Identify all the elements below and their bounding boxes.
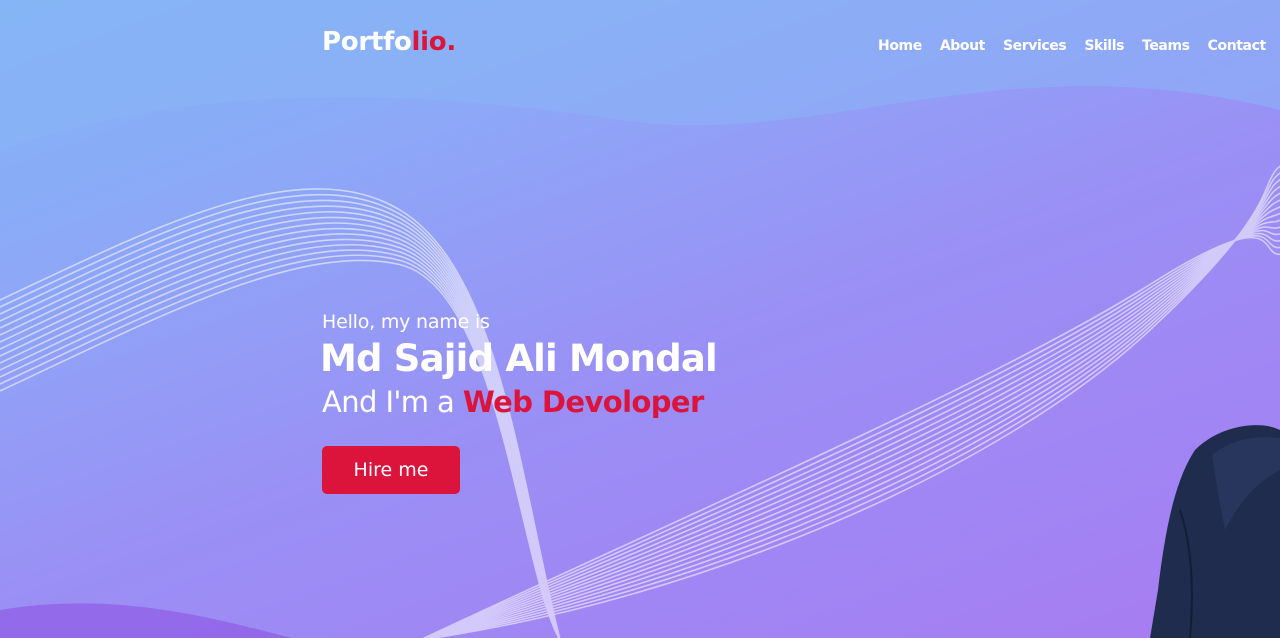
hero-section: Portfolio. Home About Services Skills Te… xyxy=(0,0,1280,638)
name-heading: Md Sajid Ali Mondal xyxy=(320,337,718,380)
greeting-text: Hello, my name is xyxy=(322,311,490,333)
role-text: Web Devoloper xyxy=(462,385,704,419)
wave-line-left xyxy=(0,233,561,638)
wave-line-left xyxy=(0,222,561,638)
wave-line-left xyxy=(0,216,561,638)
wave-line-left xyxy=(0,243,561,638)
role-line: And I'm a Web Devoloper xyxy=(322,382,842,422)
nav-link-contact[interactable]: Contact xyxy=(1208,38,1267,54)
nav-menu: Home About Services Skills Teams Contact xyxy=(878,35,1266,54)
nav-link-home[interactable]: Home xyxy=(878,38,922,54)
nav-link-skills[interactable]: Skills xyxy=(1084,38,1124,54)
nav-item-services: Services xyxy=(1003,35,1067,54)
nav-item-contact: Contact xyxy=(1208,35,1267,54)
wave-line-left xyxy=(0,227,561,638)
nav-link-services[interactable]: Services xyxy=(1003,38,1067,54)
logo-text: Portfo xyxy=(322,27,412,57)
hero-content: Hello, my name is Md Sajid Ali Mondal An… xyxy=(320,308,842,494)
wave-line-left xyxy=(0,211,561,638)
nav-link-about[interactable]: About xyxy=(940,38,986,54)
wave-line-left xyxy=(0,205,561,638)
role-prefix-text: And I'm a xyxy=(322,385,463,419)
nav-item-about: About xyxy=(940,35,986,54)
nav-link-teams[interactable]: Teams xyxy=(1142,38,1190,54)
nav-item-skills: Skills xyxy=(1084,35,1124,54)
profile-photo xyxy=(1150,425,1280,638)
nav-item-home: Home xyxy=(878,35,922,54)
top-navbar: Portfolio. Home About Services Skills Te… xyxy=(0,0,1280,86)
logo-link[interactable]: Portfolio. xyxy=(322,27,456,57)
logo-accent-text: lio. xyxy=(411,27,457,57)
nav-item-teams: Teams xyxy=(1142,35,1190,54)
hire-me-button[interactable]: Hire me xyxy=(322,446,460,494)
wave-line-left xyxy=(0,238,561,638)
